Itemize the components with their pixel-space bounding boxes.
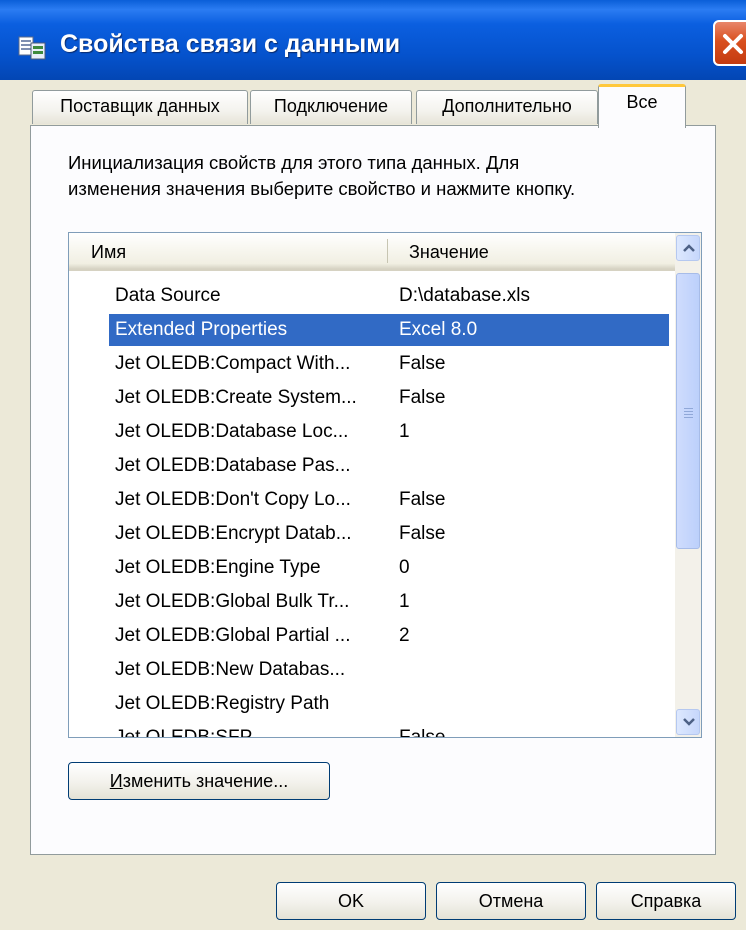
- property-name: Jet OLEDB:Database Pas...: [115, 455, 351, 476]
- tab-advanced[interactable]: Дополнительно: [416, 90, 598, 124]
- property-name: Jet OLEDB:Registry Path: [115, 693, 330, 714]
- tab-provider[interactable]: Поставщик данных: [32, 90, 248, 124]
- list-item[interactable]: Jet OLEDB:Database Pas...: [69, 449, 675, 483]
- property-name: Jet OLEDB:New Databas...: [115, 659, 346, 680]
- list-item-selected[interactable]: Extended Properties Excel 8.0: [69, 313, 675, 347]
- list-item[interactable]: Jet OLEDB:Global Bulk Tr... 1: [69, 585, 675, 619]
- title-bar[interactable]: Свойства связи с данными: [0, 0, 746, 80]
- property-name: Jet OLEDB:Engine Type: [115, 557, 321, 578]
- ok-button[interactable]: OK: [276, 882, 426, 920]
- edit-value-label: зменить значение...: [122, 771, 289, 791]
- chevron-up-icon: [683, 244, 695, 252]
- property-name: Extended Properties: [115, 319, 288, 340]
- column-divider[interactable]: [387, 239, 388, 263]
- property-value: False: [399, 523, 446, 544]
- list-item[interactable]: Jet OLEDB:SFP False: [69, 721, 675, 738]
- help-button[interactable]: Справка: [596, 882, 736, 920]
- property-value: 1: [399, 421, 410, 442]
- edit-value-button[interactable]: Изменить значение...: [68, 762, 330, 800]
- property-name: Jet OLEDB:Encrypt Datab...: [115, 523, 352, 544]
- property-value: 2: [399, 625, 410, 646]
- list-item[interactable]: Jet OLEDB:Compact With... False: [69, 347, 675, 381]
- list-header: Имя Значение: [69, 233, 675, 271]
- list-item[interactable]: Jet OLEDB:New Databas...: [69, 653, 675, 687]
- description-line-2: изменения значения выберите свойство и н…: [68, 178, 576, 199]
- grip-line: [684, 417, 693, 418]
- column-header-value[interactable]: Значение: [409, 233, 489, 269]
- tab-all[interactable]: Все: [598, 84, 686, 128]
- column-header-name[interactable]: Имя: [91, 233, 126, 269]
- chevron-down-icon: [683, 718, 695, 726]
- property-value: 0: [399, 557, 410, 578]
- list-item[interactable]: Jet OLEDB:Create System... False: [69, 381, 675, 415]
- property-name: Jet OLEDB:Global Partial ...: [115, 625, 351, 646]
- vertical-scrollbar[interactable]: [675, 233, 701, 737]
- scroll-up-button[interactable]: [676, 235, 700, 261]
- list-item[interactable]: Jet OLEDB:Global Partial ... 2: [69, 619, 675, 653]
- property-name: Jet OLEDB:Don't Copy Lo...: [115, 489, 351, 510]
- list-rows: Data Source D:\database.xls Extended Pro…: [69, 279, 675, 738]
- property-value: Excel 8.0: [399, 319, 478, 340]
- tab-strip: Поставщик данных Подключение Дополнитель…: [30, 84, 720, 128]
- property-value: False: [399, 387, 446, 408]
- data-link-icon: [18, 36, 46, 60]
- tab-connection[interactable]: Подключение: [250, 90, 412, 124]
- property-value: D:\database.xls: [399, 285, 530, 306]
- scroll-thumb[interactable]: [676, 273, 700, 549]
- grip-line: [684, 411, 693, 412]
- list-item[interactable]: Jet OLEDB:Don't Copy Lo... False: [69, 483, 675, 517]
- property-name: Data Source: [115, 285, 221, 306]
- dialog-window: Свойства связи с данными Поставщик данны…: [0, 0, 746, 930]
- edit-value-accelerator: И: [109, 771, 123, 791]
- window-title: Свойства связи с данными: [60, 30, 401, 58]
- grip-line: [684, 408, 693, 409]
- close-icon: [723, 34, 743, 54]
- scroll-down-button[interactable]: [676, 709, 700, 735]
- property-value: False: [399, 727, 446, 738]
- description-line-1: Инициализация свойств для этого типа дан…: [68, 152, 520, 173]
- properties-list[interactable]: Имя Значение Data Source D:\database.xls…: [68, 232, 702, 738]
- property-name: Jet OLEDB:Create System...: [115, 387, 357, 408]
- grip-line: [684, 414, 693, 415]
- list-item[interactable]: Jet OLEDB:Registry Path: [69, 687, 675, 721]
- property-value: 1: [399, 591, 410, 612]
- property-name: Jet OLEDB:Compact With...: [115, 353, 351, 374]
- cancel-button[interactable]: Отмена: [436, 882, 586, 920]
- list-item[interactable]: Jet OLEDB:Encrypt Datab... False: [69, 517, 675, 551]
- property-name: Jet OLEDB:Database Loc...: [115, 421, 349, 442]
- property-name: Jet OLEDB:SFP: [115, 727, 253, 738]
- property-value: False: [399, 489, 446, 510]
- close-button[interactable]: [713, 20, 746, 66]
- list-item[interactable]: Jet OLEDB:Database Loc... 1: [69, 415, 675, 449]
- list-item[interactable]: Jet OLEDB:Engine Type 0: [69, 551, 675, 585]
- list-item[interactable]: Data Source D:\database.xls: [69, 279, 675, 313]
- property-name: Jet OLEDB:Global Bulk Tr...: [115, 591, 350, 612]
- property-value: False: [399, 353, 446, 374]
- description-text: Инициализация свойств для этого типа дан…: [68, 150, 708, 202]
